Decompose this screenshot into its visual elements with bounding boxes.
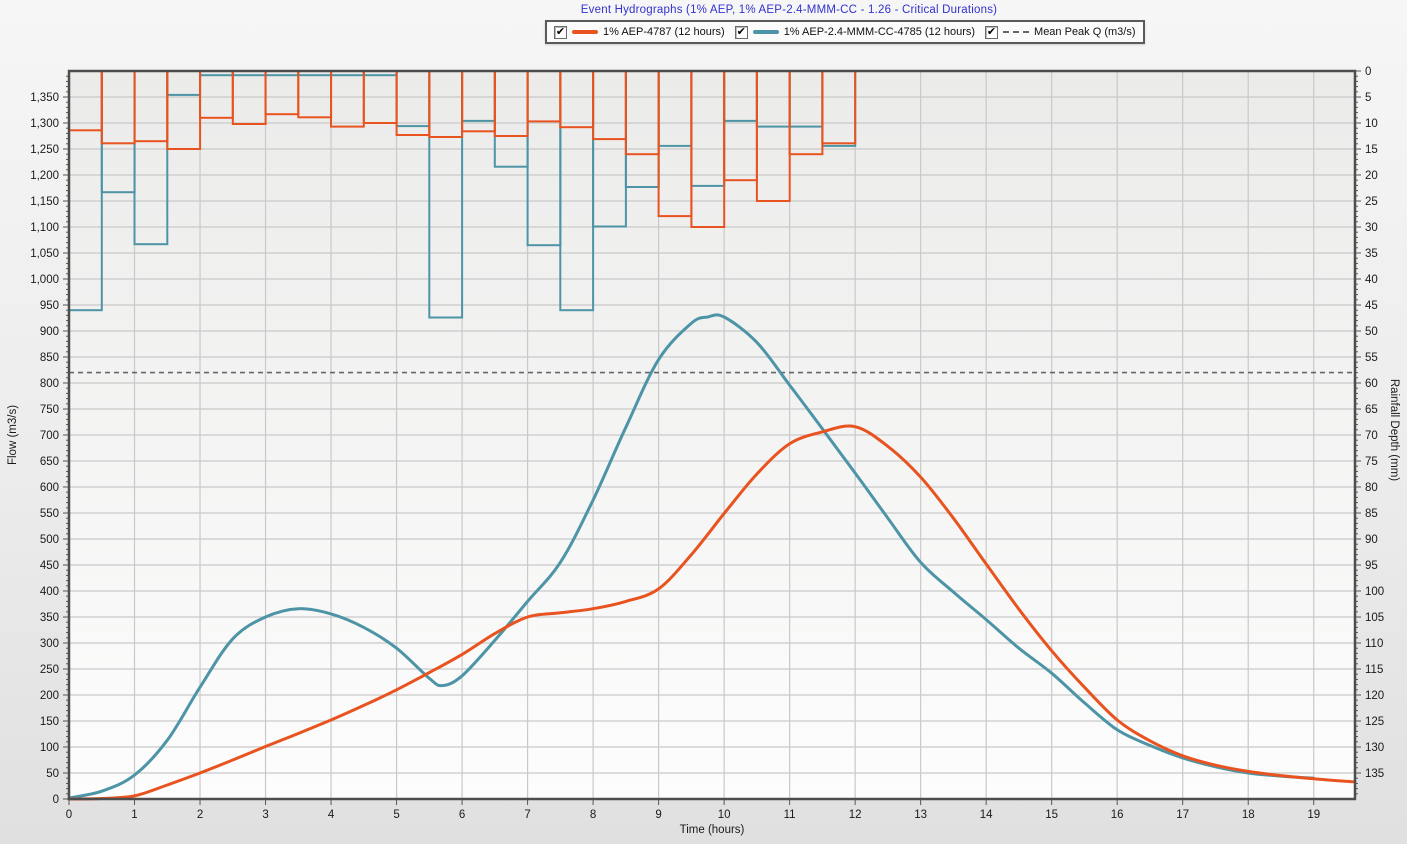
svg-text:1,300: 1,300	[30, 118, 59, 130]
svg-text:20: 20	[1365, 170, 1378, 182]
svg-text:5: 5	[1365, 92, 1371, 104]
svg-text:10: 10	[718, 809, 731, 821]
svg-text:850: 850	[40, 352, 59, 364]
time-axis-title: Time (hours)	[680, 824, 745, 836]
flow-axis-tick-labels: 0 50 100 150 200 250 300 350 400 450 500 550 600 650 7…	[30, 92, 59, 806]
svg-text:7: 7	[524, 809, 530, 821]
svg-text:4: 4	[328, 809, 335, 821]
svg-text:9: 9	[655, 809, 661, 821]
svg-text:1: 1	[131, 809, 137, 821]
svg-text:45: 45	[1365, 300, 1378, 312]
svg-text:65: 65	[1365, 404, 1378, 416]
svg-text:5: 5	[393, 809, 399, 821]
svg-text:100: 100	[1365, 586, 1384, 598]
svg-text:3: 3	[262, 809, 268, 821]
svg-text:8: 8	[590, 809, 596, 821]
svg-text:350: 350	[40, 612, 59, 624]
svg-text:55: 55	[1365, 352, 1378, 364]
svg-text:900: 900	[40, 326, 59, 338]
svg-text:130: 130	[1365, 742, 1384, 754]
svg-text:0: 0	[53, 794, 59, 806]
legend-item-2: ✔ Mean Peak Q (m3/s)	[985, 26, 1135, 39]
svg-text:15: 15	[1365, 144, 1378, 156]
svg-text:17: 17	[1176, 809, 1189, 821]
svg-text:650: 650	[40, 456, 59, 468]
svg-text:13: 13	[914, 809, 927, 821]
svg-text:300: 300	[40, 638, 59, 650]
svg-text:1,150: 1,150	[30, 196, 59, 208]
flow-axis-title: Flow (m3/s)	[7, 405, 19, 465]
legend-checkbox-icon[interactable]: ✔	[985, 26, 998, 39]
svg-text:6: 6	[459, 809, 465, 821]
svg-text:1,000: 1,000	[30, 274, 59, 286]
svg-text:2: 2	[197, 809, 203, 821]
svg-text:250: 250	[40, 664, 59, 676]
chart-window: 0501001502002503003504004505005506006507…	[0, 0, 1407, 844]
svg-text:450: 450	[40, 560, 59, 572]
svg-text:50: 50	[46, 768, 59, 780]
svg-text:30: 30	[1365, 222, 1378, 234]
svg-text:12: 12	[849, 809, 862, 821]
svg-text:1,250: 1,250	[30, 144, 59, 156]
svg-text:500: 500	[40, 534, 59, 546]
svg-text:1,100: 1,100	[30, 222, 59, 234]
svg-text:75: 75	[1365, 456, 1378, 468]
svg-text:100: 100	[40, 742, 59, 754]
legend-item-label: 1% AEP-2.4-MMM-CC-4785 (12 hours)	[784, 26, 975, 38]
legend: ✔ 1% AEP-4787 (12 hours) ✔ 1% AEP-2.4-MMM-C…	[545, 20, 1145, 44]
svg-text:1,350: 1,350	[30, 92, 59, 104]
svg-text:150: 150	[40, 716, 59, 728]
svg-text:135: 135	[1365, 768, 1384, 780]
svg-text:70: 70	[1365, 430, 1378, 442]
svg-text:40: 40	[1365, 274, 1378, 286]
legend-checkbox-icon[interactable]: ✔	[735, 26, 748, 39]
legend-item-1: ✔ 1% AEP-2.4-MMM-CC-4785 (12 hours)	[735, 26, 975, 39]
svg-text:90: 90	[1365, 534, 1378, 546]
rain-axis-title: Rainfall Depth (mm)	[1388, 379, 1400, 481]
svg-text:115: 115	[1365, 664, 1383, 676]
svg-text:125: 125	[1365, 716, 1384, 728]
svg-text:120: 120	[1365, 690, 1384, 702]
svg-text:950: 950	[40, 300, 59, 312]
svg-text:0: 0	[1365, 66, 1371, 78]
dashed-line-sample-icon	[1003, 31, 1029, 33]
svg-text:800: 800	[40, 378, 59, 390]
svg-text:700: 700	[40, 430, 59, 442]
svg-text:15: 15	[1045, 809, 1058, 821]
svg-text:1,200: 1,200	[30, 170, 59, 182]
legend-item-0: ✔ 1% AEP-4787 (12 hours)	[554, 26, 725, 39]
svg-text:80: 80	[1365, 482, 1378, 494]
rain-axis-tick-labels: 0 5 10 15 20 25 30 35 40 45 50 55 60 65 70 75 80 85 90 95 10…	[1365, 66, 1384, 780]
svg-text:25: 25	[1365, 196, 1378, 208]
svg-text:35: 35	[1365, 248, 1378, 260]
svg-text:95: 95	[1365, 560, 1378, 572]
svg-text:105: 105	[1365, 612, 1384, 624]
svg-text:400: 400	[40, 586, 59, 598]
line-sample-icon	[753, 30, 779, 34]
svg-text:19: 19	[1307, 809, 1320, 821]
svg-text:16: 16	[1111, 809, 1124, 821]
svg-text:14: 14	[980, 809, 993, 821]
svg-text:10: 10	[1365, 118, 1378, 130]
svg-text:18: 18	[1242, 809, 1255, 821]
svg-text:1,050: 1,050	[30, 248, 59, 260]
svg-text:85: 85	[1365, 508, 1378, 520]
time-axis-tick-labels: 012345678910111213141516171819	[66, 809, 1320, 821]
line-sample-icon	[572, 30, 598, 34]
svg-text:60: 60	[1365, 378, 1378, 390]
svg-text:110: 110	[1365, 638, 1383, 650]
page-title: Event Hydrographs (1% AEP, 1% AEP-2.4-MM…	[581, 4, 997, 16]
svg-text:50: 50	[1365, 326, 1378, 338]
svg-text:11: 11	[784, 809, 796, 821]
svg-text:750: 750	[40, 404, 59, 416]
svg-text:200: 200	[40, 690, 59, 702]
legend-item-label: Mean Peak Q (m3/s)	[1034, 26, 1135, 38]
svg-text:550: 550	[40, 508, 59, 520]
plot-area: 0501001502002503003504004505005506006507…	[0, 0, 1407, 844]
legend-item-label: 1% AEP-4787 (12 hours)	[603, 26, 725, 38]
legend-checkbox-icon[interactable]: ✔	[554, 26, 567, 39]
svg-text:0: 0	[66, 809, 72, 821]
svg-text:600: 600	[40, 482, 59, 494]
